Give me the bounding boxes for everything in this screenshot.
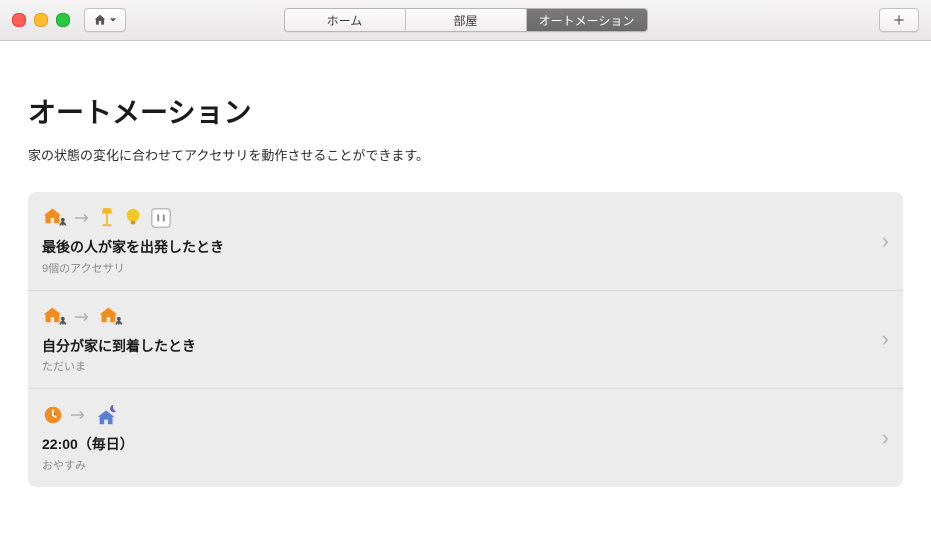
view-tabs: ホーム 部屋 オートメーション (284, 8, 648, 32)
night-home-icon (94, 403, 120, 427)
home-selector[interactable] (84, 8, 126, 32)
clock-icon (42, 404, 64, 426)
titlebar: ホーム 部屋 オートメーション (0, 0, 931, 41)
lamp-icon (98, 206, 116, 230)
minimize-window-button[interactable] (34, 13, 48, 27)
automation-icons (42, 305, 887, 329)
chevron-right-icon: › (882, 228, 889, 254)
automation-icons (42, 206, 887, 230)
house-icon (93, 13, 107, 27)
close-window-button[interactable] (12, 13, 26, 27)
automation-row[interactable]: 最後の人が家を出発したとき 9個のアクセサリ › (28, 192, 903, 290)
tab-home[interactable]: ホーム (285, 9, 405, 31)
automation-title: 最後の人が家を出発したとき (42, 238, 887, 258)
automation-subtitle: ただいま (42, 358, 887, 374)
tab-automation[interactable]: オートメーション (526, 9, 647, 31)
tab-room[interactable]: 部屋 (405, 9, 526, 31)
home-arrive-icon (98, 305, 124, 329)
arrow-icon (74, 312, 92, 322)
automation-icons (42, 403, 887, 427)
automation-title: 22:00（毎日） (42, 435, 887, 455)
chevron-right-icon: › (882, 326, 889, 352)
home-leave-icon (42, 305, 68, 329)
arrow-icon (70, 410, 88, 420)
page-title: オートメーション (28, 91, 903, 131)
outlet-icon (150, 207, 172, 229)
zoom-window-button[interactable] (56, 13, 70, 27)
automation-subtitle: 9個のアクセサリ (42, 260, 887, 276)
automation-row[interactable]: 22:00（毎日） おやすみ › (28, 388, 903, 487)
add-button[interactable] (879, 8, 919, 32)
bulb-icon (122, 206, 144, 230)
home-leave-icon (42, 206, 68, 230)
window-controls (12, 13, 70, 27)
automation-subtitle: おやすみ (42, 457, 887, 473)
automation-title: 自分が家に到着したとき (42, 337, 887, 357)
content: オートメーション 家の状態の変化に合わせてアクセサリを動作させることができます。… (0, 41, 931, 507)
automation-row[interactable]: 自分が家に到着したとき ただいま › (28, 290, 903, 389)
page-subtitle: 家の状態の変化に合わせてアクセサリを動作させることができます。 (28, 145, 903, 164)
chevron-down-icon (109, 16, 117, 24)
plus-icon (892, 13, 906, 27)
automation-list: 最後の人が家を出発したとき 9個のアクセサリ › 自分が家に到着したとき ただい… (28, 192, 903, 487)
arrow-icon (74, 213, 92, 223)
chevron-right-icon: › (882, 425, 889, 451)
